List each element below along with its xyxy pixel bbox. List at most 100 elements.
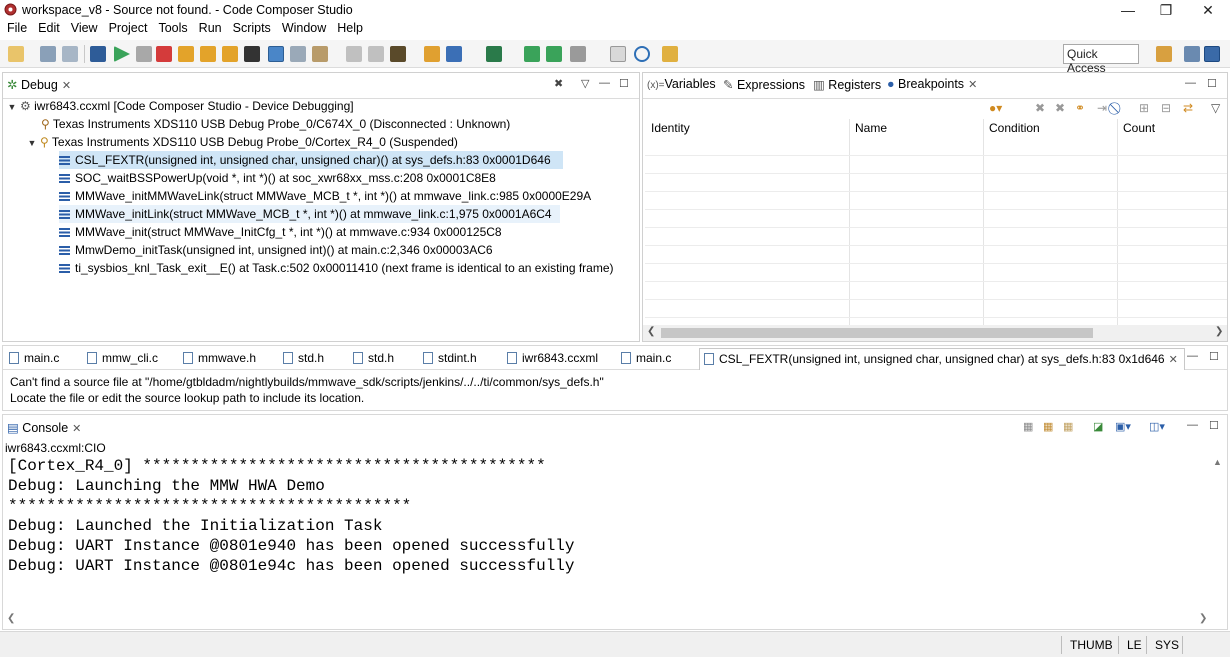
search-icon[interactable]	[634, 46, 650, 62]
minimize-view-icon[interactable]: —	[599, 77, 610, 89]
minimize-view-icon[interactable]: —	[1187, 350, 1198, 362]
close-icon[interactable]: ✕	[72, 423, 81, 435]
tab-breakpoints[interactable]: ● Breakpoints ✕	[887, 77, 977, 91]
close-icon[interactable]: ✕	[62, 80, 71, 92]
editor-tab[interactable]: std.h	[283, 351, 324, 365]
remove-all-terminated-icon[interactable]: ✖	[554, 77, 563, 90]
stack-frame[interactable]: CSL_FEXTR(unsigned int, unsigned char, u…	[59, 151, 563, 169]
pin-console-icon[interactable]: ◪	[1093, 420, 1103, 433]
close-icon[interactable]: ✕	[1169, 354, 1178, 366]
debug-perspective-icon[interactable]	[1204, 46, 1220, 62]
debug-icon[interactable]	[424, 46, 440, 62]
tab-variables[interactable]: (x)=Variables	[647, 77, 716, 91]
remove-all-icon[interactable]: ✖	[1055, 101, 1065, 115]
step-return-icon[interactable]	[222, 46, 238, 62]
close-icon[interactable]: ✕	[968, 79, 977, 91]
editor-tab[interactable]: main.c	[9, 351, 59, 365]
scrollbar-thumb[interactable]	[661, 328, 1093, 338]
stack-frame[interactable]: MMWave_initMMWaveLink(struct MMWave_MCB_…	[59, 187, 591, 205]
chevron-down-icon[interactable]: ▼	[7, 98, 17, 116]
tree-probe-disconnected[interactable]: ⚲ Texas Instruments XDS110 USB Debug Pro…	[41, 115, 510, 133]
resume-icon[interactable]	[114, 46, 130, 62]
export-icon[interactable]: ⇥	[1097, 101, 1107, 115]
view-menu-icon[interactable]: ▽	[1211, 101, 1220, 115]
tab-console[interactable]: ▤ Console ✕	[7, 420, 81, 435]
link-with-debug-icon[interactable]: ⇄	[1183, 101, 1193, 115]
display-console-icon[interactable]: ▣▾	[1115, 420, 1131, 433]
stack-frame[interactable]: MmwDemo_initTask(unsigned int, unsigned …	[59, 241, 493, 259]
menu-scripts[interactable]: Scripts	[229, 20, 275, 35]
scroll-left-icon[interactable]: ❮	[647, 326, 655, 337]
editor-tab[interactable]: mmw_cli.c	[87, 351, 158, 365]
editor-tab[interactable]: iwr6843.ccxml	[507, 351, 598, 365]
tree-root[interactable]: ▼ ⚙ iwr6843.ccxml [Code Composer Studio -…	[7, 97, 354, 115]
vertical-scrollbar[interactable]: ▲	[1209, 455, 1225, 629]
editor-tab[interactable]: main.c	[621, 351, 671, 365]
stack-frame[interactable]: MMWave_init(struct MMWave_InitCfg_t *, i…	[59, 223, 502, 241]
run-icon[interactable]	[446, 46, 462, 62]
stack-frame[interactable]: SOC_waitBSSPowerUp(void *, int *)() at s…	[59, 169, 496, 187]
close-button[interactable]: ✕	[1186, 0, 1230, 20]
menu-project[interactable]: Project	[105, 20, 152, 35]
open-console-icon[interactable]: ◫▾	[1149, 420, 1165, 433]
registers-icon[interactable]	[244, 46, 260, 62]
maximize-view-icon[interactable]: ☐	[1209, 419, 1219, 432]
new-icon[interactable]	[8, 46, 24, 62]
step-over-icon[interactable]	[200, 46, 216, 62]
menu-view[interactable]: View	[67, 20, 102, 35]
step-into-icon[interactable]	[178, 46, 194, 62]
open-perspective-icon[interactable]	[1156, 46, 1172, 62]
menu-window[interactable]: Window	[278, 20, 330, 35]
scroll-up-icon[interactable]: ▲	[1213, 457, 1222, 467]
column-condition[interactable]: Condition	[989, 121, 1040, 135]
quick-access-field[interactable]: Quick Access	[1063, 44, 1139, 75]
new-breakpoint-icon[interactable]: ●▾	[989, 101, 1002, 115]
scroll-right-icon[interactable]: ❯	[1215, 326, 1223, 337]
tab-expressions[interactable]: ✎ Expressions	[723, 77, 805, 92]
terminate-icon[interactable]	[156, 46, 172, 62]
collapse-all-icon[interactable]: ⊟	[1161, 101, 1171, 115]
scroll-lock-icon[interactable]: ▦	[1043, 420, 1053, 433]
remove-icon[interactable]: ✖	[1035, 101, 1045, 115]
chevron-down-icon[interactable]: ▼	[27, 134, 37, 152]
view-menu-icon[interactable]: ▽	[581, 77, 589, 90]
minimize-view-icon[interactable]: —	[1185, 77, 1196, 89]
word-wrap-icon[interactable]: ▦	[1063, 420, 1073, 433]
disconnect-icon[interactable]	[290, 46, 306, 62]
refresh-icon[interactable]	[546, 46, 562, 62]
scroll-left-icon[interactable]: ❮	[7, 613, 15, 624]
menu-file[interactable]: File	[3, 20, 31, 35]
connect-icon[interactable]	[268, 46, 284, 62]
menu-run[interactable]: Run	[195, 20, 226, 35]
terminal-icon[interactable]	[90, 46, 106, 62]
menu-edit[interactable]: Edit	[34, 20, 64, 35]
editor-tab[interactable]: stdint.h	[423, 351, 477, 365]
editor-tab[interactable]: std.h	[353, 351, 394, 365]
stack-frame[interactable]: MMWave_initLink(struct MMWave_MCB_t *, i…	[59, 205, 560, 223]
ccs-edit-perspective-icon[interactable]	[1184, 46, 1200, 62]
save-icon[interactable]	[40, 46, 56, 62]
load-program-icon[interactable]	[390, 46, 406, 62]
column-count[interactable]: Count	[1123, 121, 1155, 135]
save-all-icon[interactable]	[62, 46, 78, 62]
editor-tab[interactable]: mmwave.h	[183, 351, 256, 365]
menu-tools[interactable]: Tools	[154, 20, 191, 35]
column-name[interactable]: Name	[855, 121, 887, 135]
horizontal-scrollbar[interactable]: ❮ ❯	[643, 325, 1227, 341]
suspend-icon[interactable]	[136, 46, 152, 62]
console-icon[interactable]	[610, 46, 626, 62]
tab-registers[interactable]: ▥ Registers	[813, 77, 881, 92]
stack-frame[interactable]: ti_sysbios_knl_Task_exit__E() at Task.c:…	[59, 259, 614, 277]
maximize-view-icon[interactable]: ☐	[1209, 350, 1219, 363]
maximize-view-icon[interactable]: ☐	[619, 77, 629, 90]
tree-probe-suspended[interactable]: ▼ ⚲ Texas Instruments XDS110 USB Debug Pr…	[27, 133, 458, 151]
maximize-view-icon[interactable]: ☐	[1207, 77, 1217, 90]
pen-icon[interactable]	[662, 46, 678, 62]
restore-button[interactable]: ❐	[1144, 0, 1188, 20]
column-identity[interactable]: Identity	[651, 121, 690, 135]
tools-icon[interactable]	[570, 46, 586, 62]
link-icon[interactable]: ⚭	[1075, 101, 1085, 115]
minimize-view-icon[interactable]: —	[1187, 419, 1198, 431]
clear-console-icon[interactable]: ▦	[1023, 420, 1033, 433]
build-icon[interactable]	[312, 46, 328, 62]
